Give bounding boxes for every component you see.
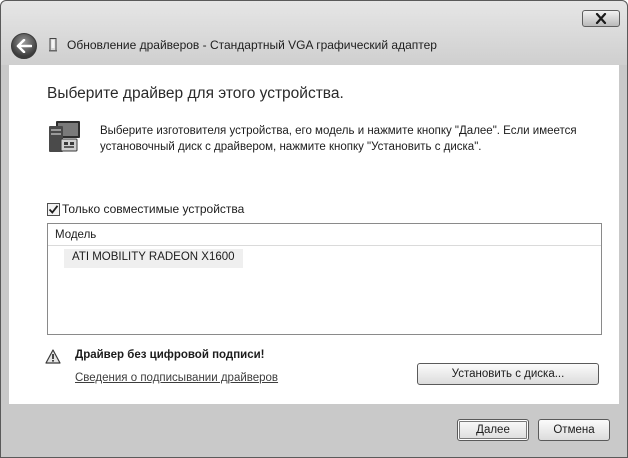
warning-icon	[45, 349, 61, 364]
monitor-icon	[49, 121, 80, 152]
close-icon	[595, 13, 607, 24]
model-list-item[interactable]: ATI MOBILITY RADEON X1600	[64, 249, 243, 268]
model-column-header[interactable]: Модель	[48, 224, 601, 246]
compatible-devices-checkbox[interactable]	[47, 202, 60, 216]
instructions-text: Выберите изготовителя устройства, его мо…	[100, 125, 577, 153]
page-heading: Выберите драйвер для этого устройства.	[47, 85, 344, 102]
compatible-devices-option[interactable]: Только совместимые устройства	[47, 202, 244, 216]
install-from-disk-button[interactable]: Установить с диска...	[417, 363, 599, 385]
device-icon	[49, 38, 57, 52]
next-button[interactable]: Далее	[457, 419, 529, 441]
back-button[interactable]	[11, 33, 37, 59]
window-title: Обновление драйверов - Стандартный VGA г…	[67, 38, 437, 52]
back-arrow-icon	[16, 39, 32, 53]
close-button[interactable]	[582, 10, 620, 27]
compatible-devices-label[interactable]: Только совместимые устройства	[62, 202, 244, 216]
driver-update-window: Обновление драйверов - Стандартный VGA г…	[0, 0, 628, 458]
unsigned-driver-warning: Драйвер без цифровой подписи!	[75, 349, 265, 361]
checkmark-icon	[48, 204, 59, 214]
cancel-button[interactable]: Отмена	[538, 419, 610, 441]
content-panel: Выберите драйвер для этого устройства. В…	[9, 65, 619, 404]
model-list[interactable]: Модель ATI MOBILITY RADEON X1600	[47, 223, 602, 335]
title-bar: Обновление драйверов - Стандартный VGA г…	[1, 1, 627, 65]
driver-signing-link[interactable]: Сведения о подписывании драйверов	[75, 372, 278, 384]
